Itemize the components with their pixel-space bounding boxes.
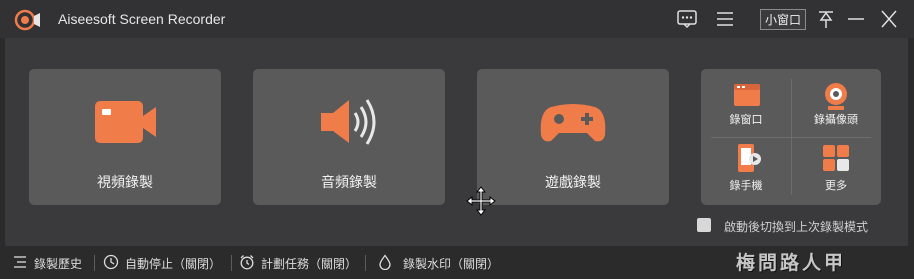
remember-mode-checkbox[interactable] bbox=[697, 218, 711, 232]
clock-icon bbox=[103, 254, 119, 270]
bottom-separator bbox=[365, 255, 366, 271]
more-button[interactable]: 更多 bbox=[791, 137, 881, 205]
more-label: 更多 bbox=[825, 179, 847, 192]
auto-stop-label: 自動停止（關閉） bbox=[125, 257, 222, 271]
webcam-recorder-label: 錄攝像頭 bbox=[814, 113, 858, 126]
scheduled-task-button[interactable]: 計劃任務（關閉） bbox=[239, 254, 367, 272]
window-recorder-label: 錄窗口 bbox=[729, 113, 763, 126]
move-cursor-icon bbox=[466, 186, 496, 216]
app-logo-icon bbox=[14, 9, 40, 31]
site-watermark: 梅問路人甲 bbox=[736, 252, 847, 274]
phone-recorder-button[interactable]: 錄手機 bbox=[701, 137, 791, 205]
phone-recorder-label: 錄手機 bbox=[729, 179, 763, 192]
bottom-separator bbox=[94, 255, 95, 271]
more-tools-card: 錄窗口 錄攝像頭 錄手機 更多 bbox=[701, 69, 881, 205]
alarm-clock-icon bbox=[240, 255, 254, 270]
water-drop-icon bbox=[379, 254, 391, 270]
pin-icon[interactable] bbox=[815, 9, 837, 29]
bottom-separator bbox=[231, 255, 232, 271]
game-recorder-card[interactable]: 遊戲錄製 bbox=[477, 69, 669, 205]
phone-icon bbox=[738, 144, 761, 172]
recording-history-label: 錄製歷史 bbox=[34, 257, 83, 271]
recording-watermark-label: 錄製水印（關閉） bbox=[403, 257, 500, 271]
video-recorder-label: 視頻錄製 bbox=[97, 175, 153, 191]
webcam-icon bbox=[825, 83, 847, 110]
close-icon[interactable] bbox=[878, 9, 900, 29]
minimize-icon[interactable] bbox=[845, 9, 867, 29]
scheduled-task-label: 計劃任務（關閉） bbox=[261, 257, 358, 271]
video-recorder-card[interactable]: 視頻錄製 bbox=[29, 69, 221, 205]
gamepad-icon bbox=[540, 104, 606, 142]
speaker-icon bbox=[321, 99, 376, 145]
auto-stop-button[interactable]: 自動停止（關閉） bbox=[103, 254, 231, 272]
window-icon bbox=[734, 84, 760, 106]
more-grid-icon bbox=[823, 145, 849, 171]
audio-recorder-card[interactable]: 音頻錄製 bbox=[253, 69, 445, 205]
game-recorder-label: 遊戲錄製 bbox=[545, 175, 601, 191]
recording-history-button[interactable]: 錄製歷史 bbox=[12, 254, 87, 272]
remember-mode-label: 啟動後切換到上次錄製模式 bbox=[724, 220, 869, 234]
webcam-recorder-button[interactable]: 錄攝像頭 bbox=[791, 69, 881, 137]
audio-recorder-label: 音頻錄製 bbox=[321, 175, 377, 191]
recording-watermark-button[interactable]: 錄製水印（關閉） bbox=[377, 254, 507, 272]
menu-icon[interactable] bbox=[714, 9, 736, 29]
video-camera-icon bbox=[95, 101, 156, 143]
title-bar: Aiseesoft Screen Recorder 小窗口 bbox=[0, 0, 914, 38]
list-icon bbox=[14, 256, 26, 268]
window-recorder-button[interactable]: 錄窗口 bbox=[701, 69, 791, 137]
mini-window-button[interactable]: 小窗口 bbox=[760, 9, 806, 30]
app-title: Aiseesoft Screen Recorder bbox=[58, 11, 226, 27]
feedback-icon[interactable] bbox=[676, 9, 698, 29]
